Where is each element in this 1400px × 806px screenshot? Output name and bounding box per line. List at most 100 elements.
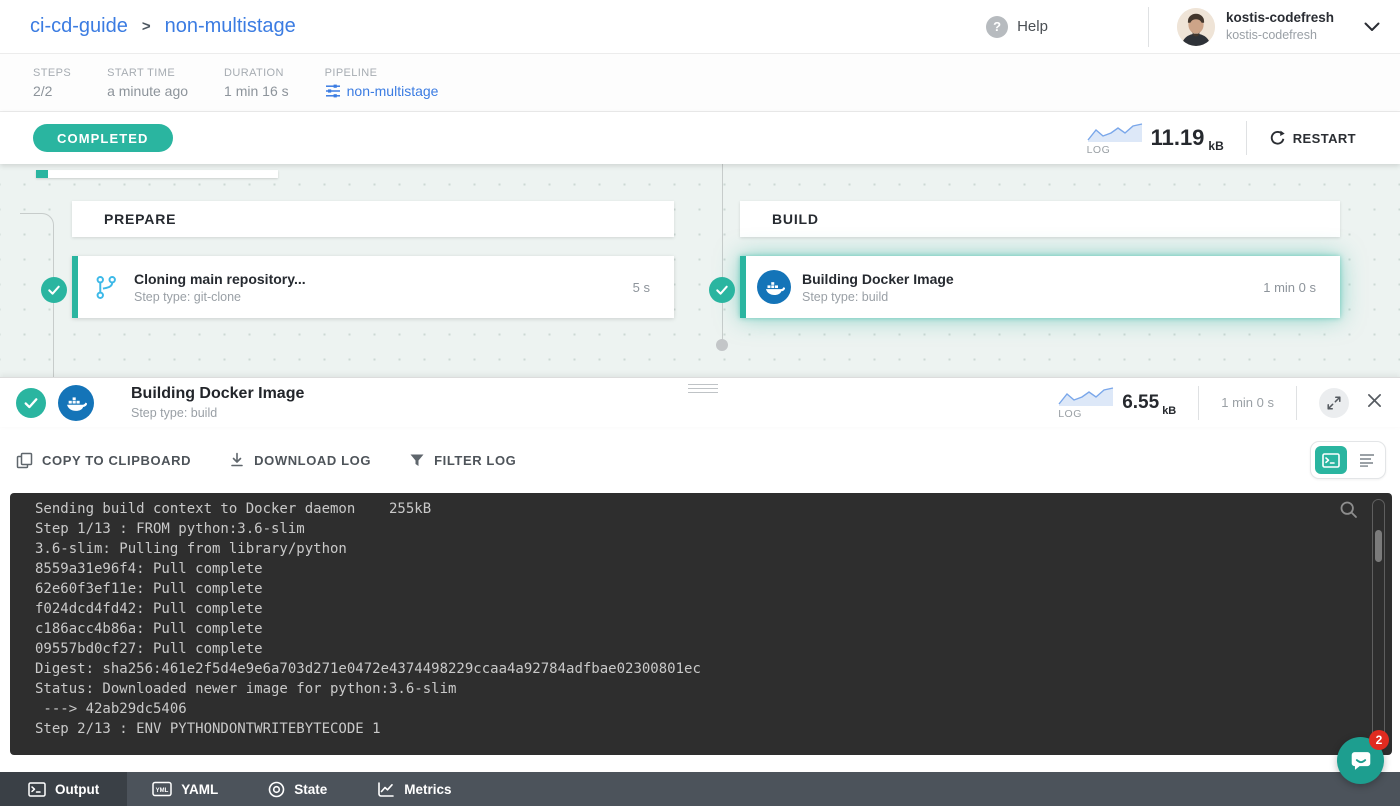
restart-label: RESTART bbox=[1293, 131, 1356, 146]
scrollbar-thumb[interactable] bbox=[1375, 530, 1382, 562]
panel-step-type-label: Step type: build bbox=[131, 406, 304, 420]
stage-header-prepare: PREPARE bbox=[72, 201, 674, 237]
panel-tab-bar: Output YML YAML State Metrics bbox=[0, 772, 1400, 806]
step-title: Cloning main repository... bbox=[134, 271, 306, 287]
tab-state[interactable]: State bbox=[243, 772, 352, 806]
raw-log-view-button[interactable] bbox=[1353, 446, 1381, 474]
step-type-label: Step type: build bbox=[802, 290, 954, 304]
stage-name: BUILD bbox=[772, 211, 819, 227]
step-type-label: Step type: git-clone bbox=[134, 290, 306, 304]
unread-count-badge: 2 bbox=[1369, 730, 1389, 750]
pipeline-icon bbox=[325, 83, 341, 99]
user-menu[interactable]: kostis-codefresh kostis-codefresh bbox=[1177, 8, 1334, 46]
kebab-menu-icon[interactable] bbox=[1378, 129, 1386, 147]
yaml-icon: YML bbox=[152, 781, 172, 797]
expand-panel-button[interactable] bbox=[1319, 388, 1349, 418]
log-size-value: 6.55 bbox=[1122, 392, 1159, 414]
tab-output[interactable]: Output bbox=[0, 772, 127, 806]
breadcrumb-project-link[interactable]: ci-cd-guide bbox=[30, 15, 128, 38]
log-line: c186acc4b86a: Pull complete bbox=[35, 619, 1392, 639]
meta-field-pipeline: PIPELINE non-multistage bbox=[325, 67, 439, 99]
log-line: Status: Downloaded newer image for pytho… bbox=[35, 679, 1392, 699]
chat-launcher-button[interactable]: 2 bbox=[1337, 737, 1384, 784]
step-success-check-icon bbox=[41, 277, 67, 303]
close-panel-button[interactable] bbox=[1363, 389, 1386, 417]
tab-label: State bbox=[294, 782, 327, 797]
search-icon[interactable] bbox=[1339, 500, 1358, 519]
log-line: 3.6-slim: Pulling from library/python bbox=[35, 539, 1392, 559]
filter-icon bbox=[409, 453, 425, 468]
meta-field-steps: STEPS 2/2 bbox=[33, 67, 71, 99]
meta-label: STEPS bbox=[33, 67, 71, 79]
restart-button[interactable]: RESTART bbox=[1269, 130, 1356, 147]
restart-icon bbox=[1269, 130, 1286, 147]
step-texts: Cloning main repository... Step type: gi… bbox=[134, 271, 306, 304]
log-line: Sending build context to Docker daemon 2… bbox=[35, 499, 1392, 519]
avatar bbox=[1177, 8, 1215, 46]
output-terminal-icon bbox=[28, 782, 46, 797]
step-detail-panel-header: Building Docker Image Step type: build L… bbox=[0, 377, 1400, 427]
step-card-git-clone[interactable]: Cloning main repository... Step type: gi… bbox=[72, 256, 674, 318]
panel-header-right: LOG 6.55 kB 1 min 0 s bbox=[1058, 385, 1386, 420]
log-line: f024dcd4fd42: Pull complete bbox=[35, 599, 1392, 619]
breadcrumb-separator: > bbox=[142, 18, 151, 35]
pipeline-link[interactable]: non-multistage bbox=[347, 83, 439, 99]
breadcrumb: ci-cd-guide > non-multistage bbox=[30, 15, 296, 38]
tab-label: YAML bbox=[181, 782, 218, 797]
panel-drag-handle[interactable] bbox=[688, 381, 718, 396]
log-line: Step 2/13 : ENV PYTHONDONTWRITEBYTECODE … bbox=[35, 719, 1392, 739]
stage-connector-line bbox=[722, 164, 723, 345]
divider bbox=[1246, 121, 1247, 155]
step-success-check-icon bbox=[709, 277, 735, 303]
terminal-view-button[interactable] bbox=[1315, 446, 1347, 474]
step-duration: 1 min 0 s bbox=[1263, 280, 1340, 295]
download-label: DOWNLOAD LOG bbox=[254, 453, 371, 468]
tab-yaml[interactable]: YML YAML bbox=[127, 772, 243, 806]
copy-icon bbox=[16, 452, 33, 469]
status-badge: COMPLETED bbox=[33, 124, 173, 152]
chevron-down-icon[interactable] bbox=[1364, 22, 1380, 32]
meta-value: 2/2 bbox=[33, 83, 71, 99]
log-label: LOG bbox=[1087, 144, 1111, 156]
copy-to-clipboard-button[interactable]: COPY TO CLIPBOARD bbox=[16, 452, 191, 469]
build-meta-bar: STEPS 2/2 START TIME a minute ago DURATI… bbox=[0, 54, 1400, 112]
tab-metrics[interactable]: Metrics bbox=[352, 772, 476, 806]
panel-step-duration: 1 min 0 s bbox=[1221, 395, 1274, 410]
step-texts: Building Docker Image Step type: build bbox=[802, 271, 954, 304]
meta-field-start-time: START TIME a minute ago bbox=[107, 67, 188, 99]
log-line: 09557bd0cf27: Pull complete bbox=[35, 639, 1392, 659]
download-log-button[interactable]: DOWNLOAD LOG bbox=[229, 452, 371, 469]
state-icon bbox=[268, 781, 285, 798]
log-line: Step 1/13 : FROM python:3.6-slim bbox=[35, 519, 1392, 539]
download-icon bbox=[229, 452, 245, 469]
header-divider bbox=[1148, 7, 1149, 47]
tab-label: Metrics bbox=[404, 782, 451, 797]
log-size-value: 11.19 bbox=[1151, 125, 1205, 151]
git-clone-icon bbox=[78, 274, 134, 301]
log-size-unit: kB bbox=[1162, 405, 1176, 417]
user-names: kostis-codefresh kostis-codefresh bbox=[1226, 9, 1334, 44]
scrolled-step-card-partial[interactable] bbox=[36, 170, 278, 178]
log-size-unit: kB bbox=[1208, 139, 1223, 153]
filter-label: FILTER LOG bbox=[434, 453, 516, 468]
terminal-scrollbar bbox=[1372, 499, 1385, 743]
log-line: ---> 42ab29dc5406 bbox=[35, 699, 1392, 719]
log-line: 8559a31e96f4: Pull complete bbox=[35, 559, 1392, 579]
build-log-terminal: Sending build context to Docker daemon 2… bbox=[10, 493, 1392, 755]
tab-label: Output bbox=[55, 782, 99, 797]
step-accent-bar bbox=[36, 170, 48, 178]
filter-log-button[interactable]: FILTER LOG bbox=[409, 453, 516, 468]
terminal-icon bbox=[1322, 453, 1340, 468]
step-card-docker-build[interactable]: Building Docker Image Step type: build 1… bbox=[740, 256, 1340, 318]
step-success-check-icon bbox=[16, 388, 46, 418]
log-sparkline bbox=[1058, 385, 1114, 407]
breadcrumb-build-link[interactable]: non-multistage bbox=[165, 15, 296, 38]
build-status-bar: COMPLETED LOG 11.19 kB RESTART bbox=[0, 112, 1400, 164]
expand-icon bbox=[1326, 395, 1342, 411]
meta-label: PIPELINE bbox=[325, 67, 439, 79]
log-sparkline bbox=[1087, 121, 1143, 143]
status-bar-right: LOG 11.19 kB RESTART bbox=[1087, 121, 1386, 156]
divider bbox=[1198, 386, 1199, 420]
user-account-name: kostis-codefresh bbox=[1226, 27, 1334, 44]
help-button[interactable]: ? Help bbox=[986, 16, 1048, 38]
